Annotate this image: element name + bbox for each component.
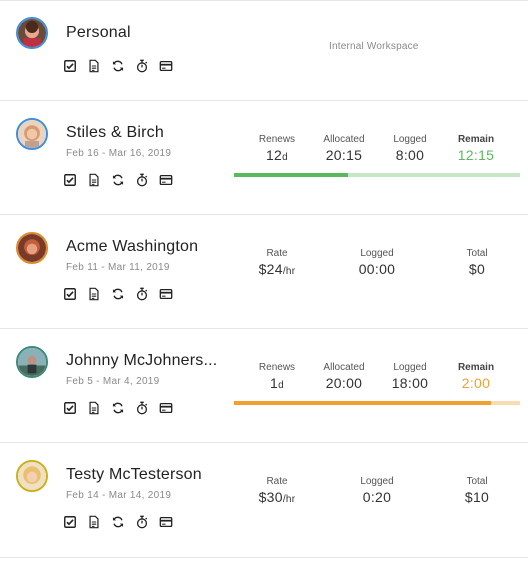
total-stat: Total $0 bbox=[456, 248, 498, 278]
check-square-icon[interactable] bbox=[62, 514, 78, 530]
client-name[interactable]: Stiles & Birch bbox=[66, 124, 164, 142]
renews-label: Renews bbox=[258, 362, 296, 373]
total-label: Total bbox=[466, 476, 488, 487]
renews-value: 12d bbox=[265, 147, 289, 163]
rate-label: Rate bbox=[266, 248, 288, 259]
credit-card-icon[interactable] bbox=[158, 400, 174, 416]
credit-card-icon[interactable] bbox=[158, 172, 174, 188]
refresh-icon[interactable] bbox=[110, 172, 126, 188]
rate-label: Rate bbox=[266, 476, 288, 487]
remain-label: Remain bbox=[457, 134, 495, 145]
logged-value: 00:00 bbox=[358, 261, 396, 277]
document-icon[interactable] bbox=[86, 172, 102, 188]
action-icons bbox=[62, 172, 174, 188]
progress-fill bbox=[234, 401, 492, 405]
logged-label: Logged bbox=[393, 362, 427, 373]
client-dates: Feb 14 - Mar 14, 2019 bbox=[66, 490, 172, 501]
avatar bbox=[16, 232, 48, 264]
refresh-icon[interactable] bbox=[110, 400, 126, 416]
allocated-stat: Allocated 20:15 bbox=[317, 134, 371, 164]
client-row-stiles-birch[interactable]: Stiles & Birch Feb 16 - Mar 16, 2019 Ren… bbox=[0, 101, 528, 215]
client-dates: Feb 5 - Mar 4, 2019 bbox=[66, 376, 160, 387]
progress-bar bbox=[234, 401, 520, 405]
rate-stat: Rate $24/hr bbox=[253, 248, 301, 281]
rate-value: $24/hr bbox=[258, 261, 296, 277]
total-label: Total bbox=[466, 248, 488, 259]
document-icon[interactable] bbox=[86, 286, 102, 302]
logged-label: Logged bbox=[393, 134, 427, 145]
logged-label: Logged bbox=[360, 476, 394, 487]
check-square-icon[interactable] bbox=[62, 58, 78, 74]
logged-stat: Logged 0:20 bbox=[352, 476, 402, 506]
client-name[interactable]: Johnny McJohners... bbox=[66, 352, 217, 370]
check-square-icon[interactable] bbox=[62, 286, 78, 302]
renews-value: 1d bbox=[270, 375, 284, 391]
remain-value: 2:00 bbox=[461, 375, 491, 391]
workspace-label: Internal Workspace bbox=[329, 41, 419, 52]
refresh-icon[interactable] bbox=[110, 286, 126, 302]
progress-fill bbox=[234, 173, 349, 177]
client-name[interactable]: Testy McTesterson bbox=[66, 466, 202, 484]
action-icons bbox=[62, 514, 174, 530]
stopwatch-icon[interactable] bbox=[134, 514, 150, 530]
remain-stat: Remain 2:00 bbox=[452, 362, 500, 392]
allocated-value: 20:15 bbox=[325, 147, 363, 163]
logged-label: Logged bbox=[360, 248, 394, 259]
client-row-johnny-mcjohners[interactable]: Johnny McJohners... Feb 5 - Mar 4, 2019 … bbox=[0, 329, 528, 443]
stopwatch-icon[interactable] bbox=[134, 58, 150, 74]
stopwatch-icon[interactable] bbox=[134, 286, 150, 302]
logged-stat: Logged 18:00 bbox=[388, 362, 432, 392]
allocated-stat: Allocated 20:00 bbox=[317, 362, 371, 392]
client-name[interactable]: Personal bbox=[66, 24, 131, 42]
refresh-icon[interactable] bbox=[110, 514, 126, 530]
remain-value: 12:15 bbox=[457, 147, 495, 163]
document-icon[interactable] bbox=[86, 58, 102, 74]
avatar bbox=[16, 118, 48, 150]
renews-label: Renews bbox=[258, 134, 296, 145]
avatar bbox=[16, 346, 48, 378]
logged-value: 18:00 bbox=[391, 375, 429, 391]
logged-stat: Logged 00:00 bbox=[352, 248, 402, 278]
document-icon[interactable] bbox=[86, 514, 102, 530]
logged-value: 0:20 bbox=[362, 489, 392, 505]
avatar bbox=[16, 460, 48, 492]
allocated-label: Allocated bbox=[323, 134, 365, 145]
refresh-icon[interactable] bbox=[110, 58, 126, 74]
rate-stat: Rate $30/hr bbox=[253, 476, 301, 509]
action-icons bbox=[62, 58, 174, 74]
logged-stat: Logged 8:00 bbox=[388, 134, 432, 164]
stopwatch-icon[interactable] bbox=[134, 172, 150, 188]
client-row-personal[interactable]: Personal Internal Workspace bbox=[0, 0, 528, 101]
check-square-icon[interactable] bbox=[62, 172, 78, 188]
document-icon[interactable] bbox=[86, 400, 102, 416]
allocated-label: Allocated bbox=[323, 362, 365, 373]
credit-card-icon[interactable] bbox=[158, 514, 174, 530]
total-value: $10 bbox=[464, 489, 490, 505]
renews-stat: Renews 12d bbox=[254, 134, 300, 167]
action-icons bbox=[62, 400, 174, 416]
client-dates: Feb 16 - Mar 16, 2019 bbox=[66, 148, 172, 159]
stopwatch-icon[interactable] bbox=[134, 400, 150, 416]
credit-card-icon[interactable] bbox=[158, 286, 174, 302]
avatar bbox=[16, 17, 48, 49]
rate-value: $30/hr bbox=[258, 489, 296, 505]
check-square-icon[interactable] bbox=[62, 400, 78, 416]
renews-stat: Renews 1d bbox=[254, 362, 300, 395]
client-dates: Feb 11 - Mar 11, 2019 bbox=[66, 262, 170, 273]
allocated-value: 20:00 bbox=[325, 375, 363, 391]
client-row-acme-washington[interactable]: Acme Washington Feb 11 - Mar 11, 2019 Ra… bbox=[0, 215, 528, 329]
remain-stat: Remain 12:15 bbox=[452, 134, 500, 164]
client-name[interactable]: Acme Washington bbox=[66, 238, 198, 256]
credit-card-icon[interactable] bbox=[158, 58, 174, 74]
action-icons bbox=[62, 286, 174, 302]
client-row-testy-mctesterson[interactable]: Testy McTesterson Feb 14 - Mar 14, 2019 … bbox=[0, 443, 528, 558]
progress-bar bbox=[234, 173, 520, 177]
logged-value: 8:00 bbox=[395, 147, 425, 163]
remain-label: Remain bbox=[457, 362, 495, 373]
total-stat: Total $10 bbox=[456, 476, 498, 506]
total-value: $0 bbox=[468, 261, 486, 277]
